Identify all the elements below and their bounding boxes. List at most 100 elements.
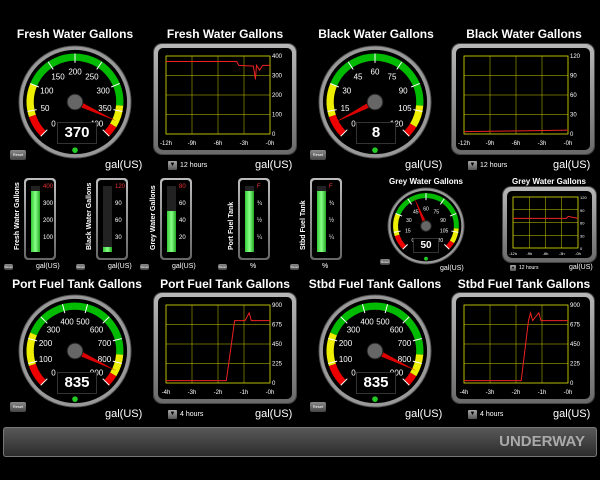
tank-bar-tick-label: 300 [43,201,54,207]
gauge-tick-label: 400 [360,318,374,327]
gauge-tick-label: 45 [413,210,419,216]
x-tick-label: -9h [526,251,532,256]
tank-bar-fill [103,247,112,252]
range-down-icon[interactable]: ▼ [168,410,177,419]
tank-bar-tick-label: 60 [115,218,122,224]
tank-bar-tick-label: 120 [115,184,126,190]
stbd-range-control[interactable]: ▼ 4 hours [468,409,503,420]
fresh-trend-chart: 0 100 200 300 400 -12h -9h -6h -3h -0h [154,44,296,154]
tank-bar-track [245,186,254,252]
range-down-icon[interactable]: ▼ [510,265,516,271]
y-tick-label: 30 [570,113,577,119]
tank-bar-fill [31,191,40,252]
stbd-trend-unit: gal(US) [553,408,591,420]
x-tick-label: -0h [266,141,275,147]
tank-bar-unit: gal(US) [108,263,132,270]
x-tick-label: -0h [564,141,573,147]
tank-bar-reset-button[interactable]: Reset [140,264,149,270]
gauge-tick-label: 60 [423,207,429,213]
tank-bar-tick-label: 100 [43,235,54,241]
y-tick-label: 30 [580,233,585,238]
port-reset-button[interactable]: Reset [10,402,26,412]
x-tick-label: -3h [559,251,565,256]
gauge-tick-label: 0 [51,369,56,378]
tank-bar-tick-label: 400 [43,184,54,190]
gauge-tick-label: 100 [339,355,353,364]
port-gauge-title: Port Fuel Tank Gallons [12,277,142,291]
status-led-icon [372,147,378,153]
gauge-hub [366,342,384,360]
status-text: UNDERWAY [499,433,585,450]
tank-bar-label: Grey Water Gallons [150,185,157,250]
tank-bar-tick-label: 200 [43,218,54,224]
tank-bar-gauge: 400 300 200 100 [24,178,56,260]
port-value: 835 [57,372,97,394]
gauge-tick-label: 300 [347,325,361,334]
range-down-icon[interactable]: ▼ [468,161,477,170]
tank-bar-gauge: F ¾ ½ ¼ [310,178,342,260]
grey-reset-button[interactable]: Reset [380,259,390,265]
gauge-tick-label: 300 [97,86,111,95]
x-tick-label: -6h [512,141,521,147]
tank-bar-fill [167,211,176,252]
y-tick-label: 0 [272,381,276,387]
black-reset-button[interactable]: Reset [310,150,326,160]
black-trend-title: Black Water Gallons [466,27,582,41]
stbd-reset-button[interactable]: Reset [310,402,326,412]
tank-bar-tick-label: ½ [329,218,335,224]
tank-bar-reset-button[interactable]: Reset [76,264,85,270]
y-tick-label: 0 [272,132,276,138]
tank-bar-track [317,186,326,252]
black-gauge-unit: gal(US) [405,159,443,171]
x-tick-label: -3h [240,141,249,147]
y-tick-label: 0 [570,381,574,387]
y-tick-label: 900 [272,303,283,309]
tank-bar-tick-label: ¾ [257,201,263,207]
y-tick-label: 60 [570,93,577,99]
gauge-tick-label: 15 [405,229,411,235]
gauge-tick-label: 30 [406,218,412,224]
gauge-tick-label: 30 [342,86,351,95]
tank-bar-reset-button[interactable]: Reset [290,264,299,270]
black-trend-unit: gal(US) [553,159,591,171]
fresh-value: 370 [57,122,97,144]
fresh-range-control[interactable]: ▼ 12 hours [168,160,207,171]
tank-bar-gauge: 120 90 60 30 [96,178,128,260]
y-tick-label: 90 [570,74,577,80]
gauge-tick-label: 100 [39,355,53,364]
tank-bar-tick-label: ¼ [257,235,263,241]
tank-bar-gauge: F ¾ ½ ¼ [238,178,270,260]
x-tick-label: -4h [460,390,469,396]
tank-bar-fill [317,190,326,252]
gauge-tick-label: 90 [399,86,408,95]
grey-range-control[interactable]: ▼ 12 hours [510,264,538,272]
gauge-tick-label: 200 [39,339,53,348]
status-led-icon [72,396,78,402]
range-down-icon[interactable]: ▼ [168,161,177,170]
tank-bar-tick-label: F [329,184,333,190]
tank-bar-unit: % [322,263,329,270]
grey-gauge-title: Grey Water Gallons [389,177,463,186]
y-tick-label: 300 [272,74,283,80]
x-tick-label: -9h [188,141,197,147]
tank-bar-reset-button[interactable]: Reset [4,264,13,270]
x-tick-label: -1h [538,390,547,396]
tank-bar-tick-label: F [257,184,261,190]
range-down-icon[interactable]: ▼ [468,410,477,419]
gauge-tick-label: 90 [440,218,446,224]
fresh-gauge-title: Fresh Water Gallons [16,27,134,41]
tank-bar-unit: gal(US) [36,263,60,270]
gauge-tick-label: 700 [398,339,412,348]
tank-bar-label: Stbd Fuel Tank [300,200,307,250]
fresh-reset-button[interactable]: Reset [10,150,26,160]
stbd-gauge-title: Stbd Fuel Tank Gallons [308,277,442,291]
port-range-control[interactable]: ▼ 4 hours [168,409,203,420]
gauge-tick-label: 600 [90,325,104,334]
black-range-control[interactable]: ▼ 12 hours [468,160,507,171]
tank-bar-reset-button[interactable]: Reset [218,264,227,270]
y-tick-label: 200 [272,93,283,99]
gauge-tick-label: 100 [40,86,54,95]
grey-gauge: 0153045607590105120 [386,186,466,266]
x-tick-label: -2h [512,390,521,396]
x-tick-label: -0h [575,251,581,256]
